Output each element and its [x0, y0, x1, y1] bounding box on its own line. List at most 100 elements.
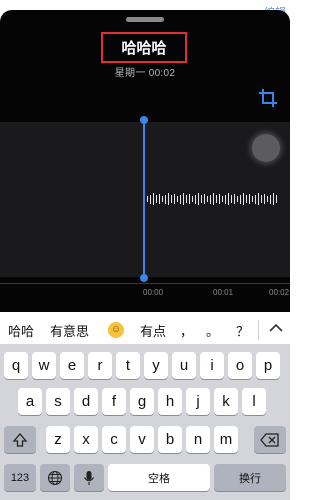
- backspace-icon: [260, 432, 279, 447]
- recording-title[interactable]: 哈哈哈: [121, 37, 166, 58]
- waveform-bar: [189, 193, 190, 205]
- space-key[interactable]: 空格: [108, 464, 210, 491]
- suggestion-item[interactable]: 哈哈: [8, 321, 34, 340]
- key-f[interactable]: f: [102, 388, 126, 415]
- playhead-bottom-handle[interactable]: [140, 274, 148, 282]
- shift-icon: [12, 432, 28, 447]
- waveform-bar: [162, 196, 163, 202]
- key-y[interactable]: y: [144, 352, 168, 379]
- waveform-bar: [198, 193, 199, 205]
- key-g[interactable]: g: [130, 388, 154, 415]
- chevron-up-icon[interactable]: [266, 319, 286, 337]
- key-q[interactable]: q: [4, 352, 28, 379]
- key-w[interactable]: w: [32, 352, 56, 379]
- key-r[interactable]: r: [88, 352, 112, 379]
- microphone-icon: [84, 470, 94, 485]
- waveform-bar: [207, 196, 208, 202]
- suggestion-item[interactable]: 有点: [140, 321, 166, 340]
- suggestion-item[interactable]: 。: [206, 321, 219, 340]
- tick-label: 00:02: [269, 288, 290, 297]
- key-l[interactable]: l: [242, 388, 266, 415]
- waveform-bar: [273, 193, 274, 205]
- key-t[interactable]: t: [116, 352, 140, 379]
- waveform-bar: [204, 193, 205, 205]
- waveform-bar: [249, 193, 250, 205]
- waveform-bar: [267, 196, 268, 202]
- key-x[interactable]: x: [74, 426, 98, 453]
- waveform-bar: [201, 195, 202, 203]
- waveform-bar: [156, 195, 157, 203]
- waveform-bar: [168, 193, 169, 205]
- key-j[interactable]: j: [186, 388, 210, 415]
- waveform-bar: [276, 195, 277, 203]
- recording-subtitle: 星期一 00:02: [114, 68, 176, 79]
- waveform-bar: [186, 195, 187, 203]
- tick-label: 00:00: [143, 288, 164, 297]
- waveform-bar: [159, 193, 160, 205]
- emoji-suggestion-icon[interactable]: ☺: [108, 322, 124, 338]
- waveform-bar: [210, 194, 211, 204]
- waveform-bar: [225, 194, 226, 204]
- key-c[interactable]: c: [102, 426, 126, 453]
- key-u[interactable]: u: [172, 352, 196, 379]
- dictation-key[interactable]: [74, 464, 104, 491]
- waveform-bar: [219, 193, 220, 205]
- crop-icon[interactable]: [257, 87, 279, 109]
- waveform-bar: [261, 195, 262, 203]
- globe-key[interactable]: [40, 464, 70, 491]
- waveform-bar: [213, 193, 214, 205]
- globe-icon: [47, 470, 63, 485]
- waveform-bar: [228, 193, 229, 205]
- waveform-bar: [195, 194, 196, 204]
- suggestion-item[interactable]: 有意思: [50, 321, 89, 340]
- key-z[interactable]: z: [46, 426, 70, 453]
- waveform-bar: [237, 196, 238, 202]
- waveform-bar: [264, 193, 265, 205]
- key-o[interactable]: o: [228, 352, 252, 379]
- waveform-bar: [216, 195, 217, 203]
- key-b[interactable]: b: [158, 426, 182, 453]
- suggestion-item[interactable]: ？: [236, 321, 249, 340]
- recording-title-box[interactable]: 哈哈哈: [101, 32, 187, 63]
- key-p[interactable]: p: [256, 352, 280, 379]
- waveform-bar: [252, 196, 253, 202]
- key-s[interactable]: s: [46, 388, 70, 415]
- key-e[interactable]: e: [60, 352, 84, 379]
- record-button[interactable]: [252, 134, 280, 162]
- key-h[interactable]: h: [158, 388, 182, 415]
- waveform-bar: [183, 193, 184, 205]
- keyboard: q w e r t y u i o p a s d f g h j k l z …: [0, 344, 290, 500]
- key-m[interactable]: m: [214, 426, 238, 453]
- key-i[interactable]: i: [200, 352, 224, 379]
- waveform-bar: [174, 193, 175, 205]
- playhead-top-handle[interactable]: [140, 116, 148, 124]
- waveform-bar: [222, 196, 223, 202]
- sheet-grabber[interactable]: [126, 17, 164, 22]
- key-n[interactable]: n: [186, 426, 210, 453]
- time-scale: 00:00 00:01 00:02: [0, 283, 290, 302]
- delete-key[interactable]: [254, 426, 286, 453]
- shift-key[interactable]: [4, 426, 36, 453]
- suggestion-divider: [258, 320, 259, 340]
- waveform-bar: [234, 193, 235, 205]
- key-d[interactable]: d: [74, 388, 98, 415]
- key-k[interactable]: k: [214, 388, 238, 415]
- waveform-bar: [231, 195, 232, 203]
- tick-label: 00:01: [213, 288, 234, 297]
- waveform-bar: [147, 196, 148, 202]
- playhead-line[interactable]: [143, 118, 145, 278]
- waveform: [147, 188, 279, 210]
- waveform-bar: [150, 194, 151, 204]
- waveform-bar: [171, 195, 172, 203]
- suggestion-item[interactable]: ，: [180, 321, 193, 340]
- key-v[interactable]: v: [130, 426, 154, 453]
- waveform-bar: [255, 194, 256, 204]
- waveform-bar: [243, 193, 244, 205]
- waveform-bar: [153, 193, 154, 205]
- waveform-bar: [180, 194, 181, 204]
- waveform-bar: [246, 195, 247, 203]
- numbers-key[interactable]: 123: [4, 464, 36, 491]
- key-a[interactable]: a: [18, 388, 42, 415]
- return-key[interactable]: 换行: [214, 464, 286, 491]
- waveform-bar: [270, 194, 271, 204]
